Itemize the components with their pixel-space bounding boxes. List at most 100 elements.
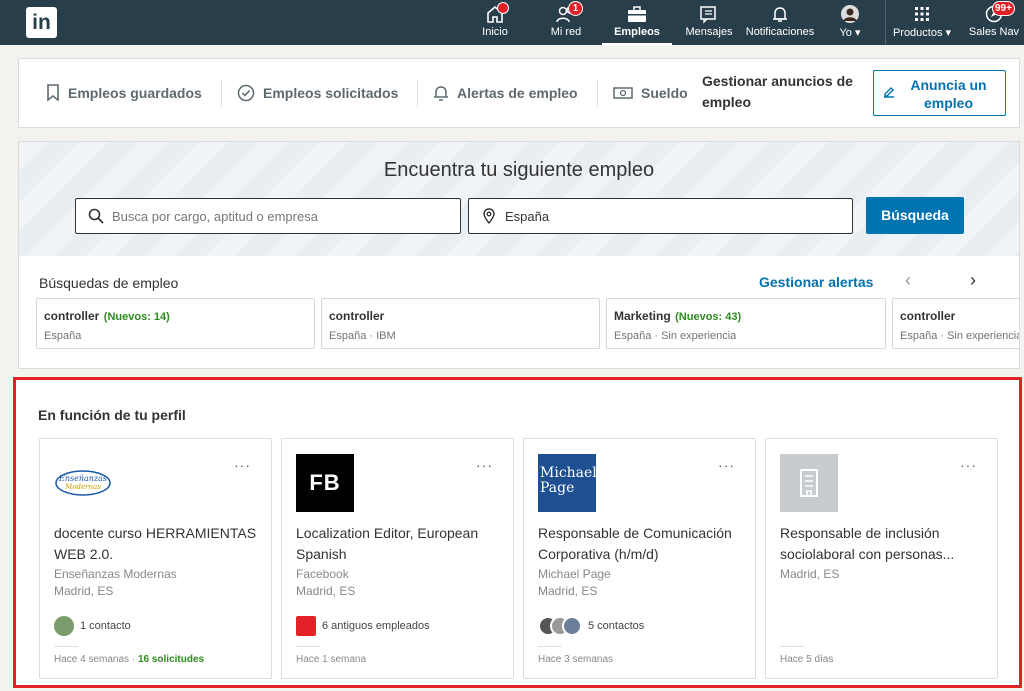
applied-jobs-link[interactable]: Empleos solicitados — [237, 59, 398, 127]
job-title[interactable]: Responsable de Comunicación Corporativa … — [538, 523, 748, 565]
location-value: España — [505, 209, 550, 224]
divider — [417, 79, 418, 107]
avatar-icon — [838, 4, 862, 24]
avatar-stack — [538, 616, 582, 636]
connections-text: 5 contactos — [588, 620, 645, 632]
nav-productos[interactable]: Productos ▾ — [890, 0, 954, 45]
carousel-next-button[interactable]: › — [970, 270, 976, 291]
nav-mi-red[interactable]: 1 Mi red — [541, 0, 591, 45]
location-pin-icon — [483, 208, 495, 224]
posted-info: Hace 4 semanas · 16 solicitudes — [54, 654, 205, 665]
saved-search-title: controller — [900, 309, 956, 323]
search-button[interactable]: Búsqueda — [866, 197, 964, 234]
saved-search-card[interactable]: controller España · IBM — [321, 298, 600, 349]
check-circle-icon — [237, 84, 255, 102]
saved-search-card[interactable]: Marketing (Nuevos: 43) España · Sin expe… — [606, 298, 886, 349]
nav-notificaciones[interactable]: Notificaciones — [745, 0, 815, 45]
saved-search-subtitle: España — [44, 330, 82, 342]
nav-label: Mensajes — [685, 26, 733, 38]
keyword-search-input[interactable]: Busca por cargo, aptitud o empresa — [75, 198, 461, 234]
location-input[interactable]: España — [468, 198, 853, 234]
job-card[interactable]: Michael Page ··· Responsable de Comunica… — [523, 438, 756, 679]
top-navigation: in Inicio 1 Mi red Empleos Mensajes Noti… — [0, 0, 1024, 45]
manage-job-posts-link[interactable]: Gestionar anuncios de empleo — [702, 71, 872, 113]
more-options-icon[interactable]: ··· — [718, 457, 735, 473]
divider — [54, 646, 78, 647]
job-title[interactable]: Responsable de inclusión sociolaboral co… — [780, 523, 990, 565]
keyword-placeholder: Busca por cargo, aptitud o empresa — [112, 209, 318, 224]
jobs-icon — [625, 4, 649, 24]
new-count: (Nuevos: 14) — [103, 311, 170, 323]
nav-label: Sales Nav — [968, 26, 1020, 38]
home-icon — [483, 2, 509, 24]
divider — [597, 79, 598, 107]
saved-searches-label: Búsquedas de empleo — [39, 275, 179, 291]
manage-alerts-link[interactable]: Gestionar alertas — [759, 274, 873, 290]
connections-info: 6 antiguos empleados — [296, 616, 430, 636]
nav-inicio[interactable]: Inicio — [470, 0, 520, 45]
search-icon — [88, 208, 104, 224]
company-name: Facebook — [296, 567, 349, 581]
company-logo: Michael Page — [538, 454, 597, 512]
posted-info: Hace 1 semana — [296, 654, 366, 665]
bookmark-icon — [47, 84, 59, 102]
nav-empleos[interactable]: Empleos — [602, 0, 672, 45]
messages-icon — [697, 4, 721, 24]
grid-icon — [910, 4, 934, 24]
saved-search-card[interactable]: controller España · Sin experiencia — [892, 298, 1020, 349]
job-search-card: Encuentra tu siguiente empleo Busca por … — [18, 141, 1020, 369]
bell-icon — [434, 86, 448, 101]
company-logo-placeholder — [780, 454, 838, 512]
svg-text:Enseñanzas: Enseñanzas — [58, 474, 107, 483]
sales-nav-badge: 99+ — [992, 1, 1015, 16]
svg-text:Modernas: Modernas — [64, 483, 101, 491]
posted-time: Hace 1 semana — [296, 654, 367, 665]
job-location: Madrid, ES — [54, 584, 114, 598]
job-alerts-link[interactable]: Alertas de empleo — [433, 59, 578, 127]
job-location: Madrid, ES — [296, 584, 356, 598]
compass-icon: 99+ — [982, 1, 1015, 24]
divider — [780, 646, 804, 647]
job-location: Madrid, ES — [538, 584, 598, 598]
jobs-subnav: Empleos guardados Empleos solicitados Al… — [18, 58, 1020, 128]
saved-jobs-link[interactable]: Empleos guardados — [46, 59, 202, 127]
saved-search-subtitle: España · IBM — [329, 330, 396, 342]
job-card[interactable]: Enseñanzas Modernas ··· docente curso HER… — [39, 438, 272, 679]
job-location: Madrid, ES — [780, 567, 840, 581]
saved-search-subtitle: España · Sin experiencia — [614, 330, 737, 342]
salary-link[interactable]: Sueldo — [613, 59, 688, 127]
money-icon — [613, 87, 633, 99]
company-name: Michael Page — [538, 567, 611, 581]
job-card[interactable]: FB ··· Localization Editor, European Spa… — [281, 438, 514, 679]
saved-search-title: Marketing — [614, 309, 671, 323]
company-logo: FB — [296, 454, 354, 512]
post-job-button[interactable]: Anuncia un empleo — [873, 70, 1006, 116]
section-title: En función de tu perfil — [38, 407, 186, 423]
job-card[interactable]: ··· Responsable de inclusión sociolabora… — [765, 438, 998, 679]
posted-info: Hace 5 días — [780, 654, 833, 665]
search-title: Encuentra tu siguiente empleo — [383, 159, 655, 181]
more-options-icon[interactable]: ··· — [234, 457, 251, 473]
job-title[interactable]: docente curso HERRAMIENTAS WEB 2.0. — [54, 523, 264, 565]
connections-text: 6 antiguos empleados — [322, 620, 430, 632]
connections-info: 5 contactos — [538, 616, 644, 636]
more-options-icon[interactable]: ··· — [960, 457, 977, 473]
new-count: (Nuevos: 43) — [675, 311, 742, 323]
job-title[interactable]: Localization Editor, European Spanish — [296, 523, 506, 565]
building-icon — [800, 469, 818, 497]
carousel-prev-button[interactable]: ‹ — [905, 270, 911, 291]
posted-info: Hace 3 semanas — [538, 654, 613, 665]
saved-jobs-label: Empleos guardados — [68, 85, 202, 101]
linkedin-logo[interactable]: in — [26, 7, 57, 38]
yo-label: Yo — [839, 27, 852, 39]
chevron-down-icon: ▾ — [945, 27, 952, 39]
more-options-icon[interactable]: ··· — [476, 457, 493, 473]
network-badge: 1 — [568, 1, 583, 16]
saved-search-subtitle: España · Sin experiencia — [900, 330, 1020, 342]
avatar — [562, 616, 582, 636]
nav-mensajes[interactable]: Mensajes — [683, 0, 735, 45]
nav-yo[interactable]: Yo ▾ — [830, 0, 870, 45]
saved-search-card[interactable]: controller (Nuevos: 14) España — [36, 298, 315, 349]
divider — [296, 646, 320, 647]
nav-sales-nav[interactable]: 99+ Sales Nav — [966, 0, 1022, 45]
